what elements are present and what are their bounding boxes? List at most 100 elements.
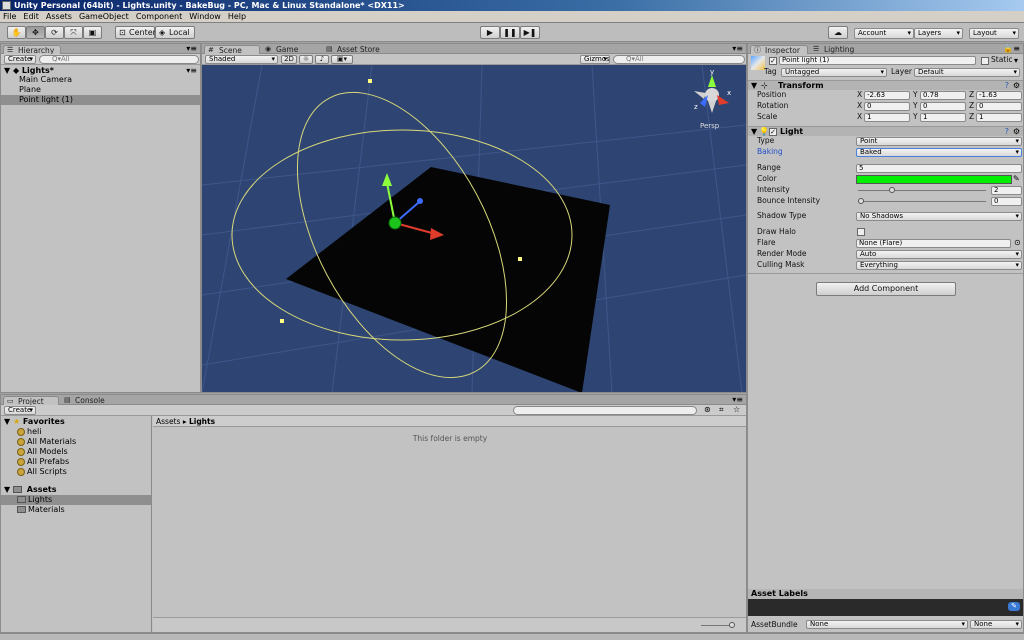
- breadcrumb-current[interactable]: Lights: [189, 417, 215, 426]
- favorite-item-all-models[interactable]: All Models: [1, 447, 151, 457]
- folder-item-materials[interactable]: Materials: [1, 505, 151, 515]
- project-search-input[interactable]: [513, 406, 697, 415]
- menu-file[interactable]: File: [3, 11, 16, 22]
- eyedropper-icon[interactable]: ✎: [1013, 175, 1020, 183]
- active-checkbox[interactable]: ✓: [769, 57, 777, 65]
- intensity-slider[interactable]: [858, 187, 986, 193]
- favorite-item-all-materials[interactable]: All Materials: [1, 437, 151, 447]
- hand-tool-button[interactable]: ✋: [7, 26, 26, 39]
- filter-by-label-icon[interactable]: ⌗: [719, 406, 724, 414]
- tag-dropdown[interactable]: Untagged: [781, 68, 887, 77]
- range-handle-left[interactable]: [280, 319, 284, 323]
- asset-bundle-variant-dropdown[interactable]: None: [970, 620, 1022, 629]
- scene-search-input[interactable]: Q▾All: [613, 55, 745, 64]
- draw-halo-checkbox[interactable]: [857, 228, 865, 236]
- menu-gameobject[interactable]: GameObject: [79, 11, 129, 22]
- add-component-button[interactable]: Add Component: [816, 282, 956, 296]
- hierarchy-item-main-camera[interactable]: Main Camera: [1, 75, 200, 85]
- tab-lighting[interactable]: ☰ Lighting: [810, 45, 868, 54]
- position-x-field[interactable]: -2.63: [864, 91, 910, 100]
- project-create-dropdown[interactable]: Create: [4, 406, 36, 415]
- move-tool-button[interactable]: ✥: [26, 26, 45, 39]
- tab-scene[interactable]: # Scene: [204, 45, 260, 55]
- static-checkbox[interactable]: [981, 57, 989, 65]
- asset-bundle-dropdown[interactable]: None: [806, 620, 968, 629]
- rotation-z-field[interactable]: 0: [976, 102, 1022, 111]
- pivot-local-button[interactable]: ◈ Local: [155, 26, 195, 39]
- object-name-field[interactable]: Point light (1): [779, 56, 976, 65]
- gear-icon[interactable]: ⚙: [1013, 128, 1020, 136]
- light-enabled-checkbox[interactable]: ✓: [769, 128, 777, 136]
- menu-assets[interactable]: Assets: [46, 11, 72, 22]
- help-icon[interactable]: ?: [1005, 128, 1009, 136]
- scene-lighting-button[interactable]: ☼: [299, 55, 313, 64]
- range-handle-top[interactable]: [368, 79, 372, 83]
- transform-header[interactable]: ▼ ⊹ Transform ? ⚙: [748, 80, 1023, 90]
- mode-2d-button[interactable]: 2D: [281, 55, 297, 64]
- tab-game[interactable]: ◉ Game: [262, 45, 312, 54]
- favorite-item-all-scripts[interactable]: All Scripts: [1, 467, 151, 477]
- scene-effects-button[interactable]: ▣▾: [331, 55, 353, 64]
- tab-asset-store[interactable]: ▤ Asset Store: [323, 45, 393, 54]
- tab-console[interactable]: ▤ Console: [61, 396, 117, 405]
- scene-audio-button[interactable]: ♪: [315, 55, 329, 64]
- filter-by-type-icon[interactable]: ⊛: [704, 406, 711, 414]
- icon-size-slider-thumb[interactable]: [729, 622, 735, 628]
- z-axis-arrow[interactable]: [417, 198, 423, 204]
- type-dropdown[interactable]: Point: [856, 137, 1022, 146]
- menu-window[interactable]: Window: [189, 11, 221, 22]
- light-header[interactable]: ▼ 💡 ✓ Light ? ⚙: [748, 126, 1023, 136]
- step-button[interactable]: ▶❚: [520, 26, 540, 39]
- position-z-field[interactable]: -1.63: [976, 91, 1022, 100]
- baking-dropdown[interactable]: Baked: [856, 148, 1022, 157]
- scale-tool-button[interactable]: ⤧: [64, 26, 83, 39]
- label-tag-icon[interactable]: ✎: [1008, 602, 1020, 611]
- play-button[interactable]: ▶: [480, 26, 500, 39]
- intensity-field[interactable]: 2: [991, 186, 1022, 195]
- culling-mask-dropdown[interactable]: Everything: [856, 261, 1022, 270]
- assets-root-row[interactable]: ▼ Assets: [1, 485, 151, 495]
- tab-project[interactable]: ▭ Project: [3, 396, 59, 406]
- object-picker-icon[interactable]: ⊙: [1014, 239, 1021, 247]
- persp-label[interactable]: Persp: [700, 122, 720, 130]
- panel-menu-icon[interactable]: ▾≡: [186, 45, 197, 53]
- static-dropdown-icon[interactable]: ▾: [1014, 57, 1018, 65]
- pivot-center-button[interactable]: ⊡ Center: [115, 26, 156, 39]
- rotation-y-field[interactable]: 0: [920, 102, 966, 111]
- hierarchy-search-input[interactable]: Q▾All: [39, 55, 199, 64]
- help-icon[interactable]: ?: [1005, 82, 1009, 90]
- scene-menu-icon[interactable]: ▾≡: [186, 67, 197, 75]
- folder-item-lights[interactable]: Lights: [1, 495, 151, 505]
- rotate-tool-button[interactable]: ⟳: [45, 26, 64, 39]
- bounce-intensity-field[interactable]: 0: [991, 197, 1022, 206]
- range-field[interactable]: 5: [856, 164, 1022, 173]
- scene-panel-menu-icon[interactable]: ▾≡: [732, 45, 743, 53]
- hierarchy-item-point-light[interactable]: Point light (1): [1, 95, 200, 105]
- favorites-row[interactable]: ▼ ★ Favorites: [1, 417, 151, 427]
- scene-viewport[interactable]: y x z Persp: [202, 65, 746, 393]
- scale-z-field[interactable]: 1: [976, 113, 1022, 122]
- rotation-x-field[interactable]: 0: [864, 102, 910, 111]
- icon-size-slider[interactable]: [701, 622, 735, 628]
- bounce-intensity-slider[interactable]: [858, 198, 986, 204]
- favorite-item-all-prefabs[interactable]: All Prefabs: [1, 457, 151, 467]
- favorite-star-icon[interactable]: ☆: [733, 406, 740, 414]
- layers-dropdown[interactable]: Layers: [914, 28, 963, 39]
- color-swatch[interactable]: [856, 175, 1012, 184]
- pause-button[interactable]: ❚❚: [500, 26, 520, 39]
- tab-hierarchy[interactable]: ☰ Hierarchy: [3, 45, 61, 55]
- menu-help[interactable]: Help: [228, 11, 246, 22]
- gear-icon[interactable]: ⚙: [1013, 82, 1020, 90]
- position-y-field[interactable]: 0.78: [920, 91, 966, 100]
- hierarchy-create-dropdown[interactable]: Create: [4, 55, 36, 64]
- layout-dropdown[interactable]: Layout: [969, 28, 1019, 39]
- menu-edit[interactable]: Edit: [23, 11, 39, 22]
- gizmos-dropdown[interactable]: Gizmos: [580, 55, 610, 64]
- point-light-icon[interactable]: [388, 216, 402, 230]
- hierarchy-item-plane[interactable]: Plane: [1, 85, 200, 95]
- render-mode-dropdown[interactable]: Auto: [856, 250, 1022, 259]
- intensity-slider-thumb[interactable]: [888, 187, 895, 193]
- range-handle-right[interactable]: [518, 257, 522, 261]
- project-panel-menu-icon[interactable]: ▾≡: [732, 396, 743, 404]
- flare-field[interactable]: None (Flare): [856, 239, 1011, 248]
